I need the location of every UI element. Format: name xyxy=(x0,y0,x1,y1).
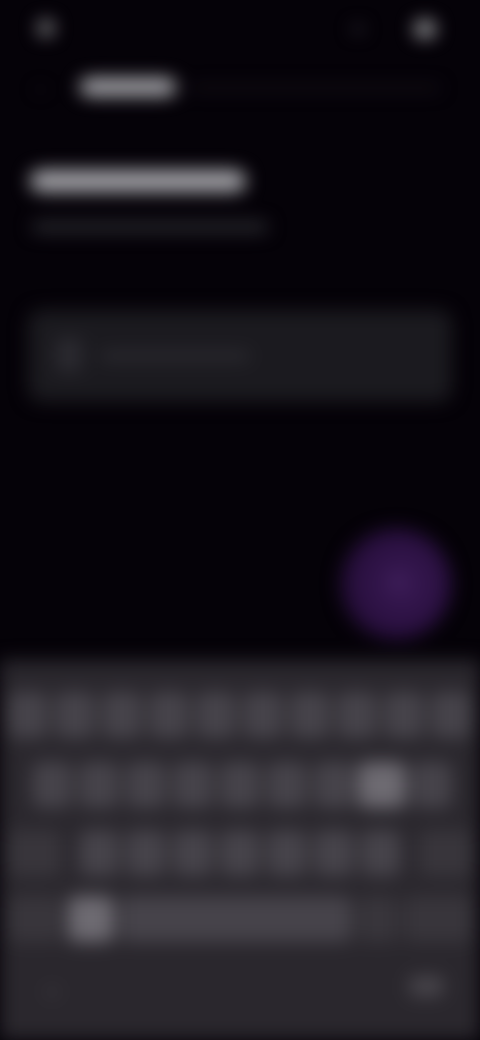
key[interactable] xyxy=(196,692,236,738)
page-subtitle xyxy=(32,218,272,236)
document-icon xyxy=(56,338,82,372)
key[interactable] xyxy=(55,692,95,738)
period-key[interactable] xyxy=(358,896,398,942)
key[interactable] xyxy=(79,830,119,876)
enter-key[interactable] xyxy=(404,896,472,942)
key[interactable] xyxy=(361,830,401,876)
key[interactable] xyxy=(220,830,260,876)
key-highlighted[interactable] xyxy=(358,762,406,808)
arrow-left-icon[interactable]: ← xyxy=(28,72,56,100)
input-placeholder-line xyxy=(100,352,250,360)
header-divider xyxy=(190,86,440,90)
key[interactable] xyxy=(314,762,354,808)
screen: ← ● ⌄ ⌨ xyxy=(0,0,480,1040)
key[interactable] xyxy=(431,692,471,738)
key[interactable] xyxy=(412,762,452,808)
key[interactable] xyxy=(8,692,48,738)
key[interactable] xyxy=(173,830,213,876)
key[interactable] xyxy=(79,762,119,808)
key[interactable] xyxy=(243,692,283,738)
page-title xyxy=(30,168,250,196)
backspace-key[interactable] xyxy=(418,830,472,876)
emoji-key[interactable] xyxy=(68,896,114,942)
space-key[interactable] xyxy=(120,896,352,942)
key[interactable] xyxy=(267,830,307,876)
header-label xyxy=(80,74,180,98)
status-indicator-icon xyxy=(38,20,54,36)
keyboard: ⌄ ⌨ xyxy=(0,660,480,1040)
key[interactable] xyxy=(337,692,377,738)
symbols-key[interactable] xyxy=(8,896,62,942)
key[interactable] xyxy=(267,762,307,808)
key[interactable] xyxy=(384,692,424,738)
key[interactable] xyxy=(220,762,260,808)
chevron-down-icon[interactable]: ⌄ xyxy=(34,970,70,1006)
mic-icon: ● xyxy=(389,567,405,594)
key[interactable] xyxy=(314,830,354,876)
key[interactable] xyxy=(126,762,166,808)
key[interactable] xyxy=(173,762,213,808)
key[interactable] xyxy=(290,692,330,738)
key[interactable] xyxy=(32,762,72,808)
key[interactable] xyxy=(102,692,142,738)
shift-key[interactable] xyxy=(8,830,62,876)
key[interactable] xyxy=(126,830,166,876)
keyboard-icon[interactable]: ⌨ xyxy=(408,970,444,1006)
key[interactable] xyxy=(149,692,189,738)
status-icon xyxy=(352,26,364,32)
battery-icon xyxy=(414,20,436,38)
